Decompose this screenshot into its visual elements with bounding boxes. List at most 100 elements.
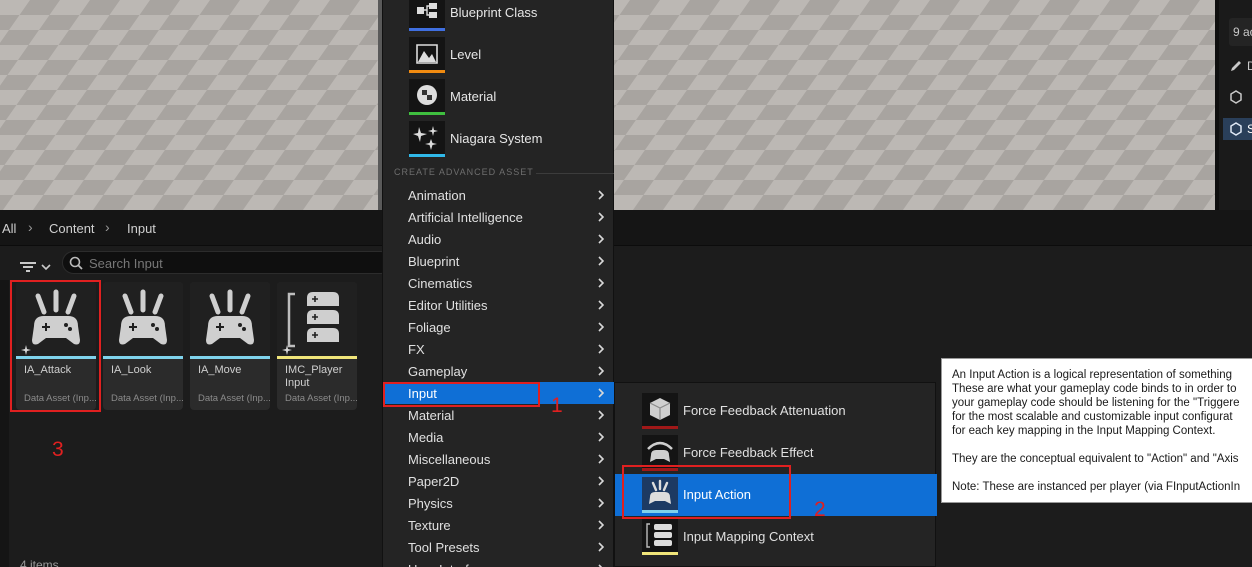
- tooltip-line: Note: These are instanced per player (vi…: [952, 481, 1241, 493]
- search-input[interactable]: [89, 255, 379, 271]
- menu-item-label: User Interface: [408, 562, 490, 567]
- blueprint-class-icon: [409, 0, 445, 31]
- asset-tile-ia-look[interactable]: IA_Look Data Asset (Inp...: [103, 282, 183, 410]
- gamepad-rays-icon: [119, 289, 167, 345]
- menu-item-user-interface[interactable]: User Interface: [384, 558, 614, 567]
- chevron-right-icon: [598, 234, 604, 244]
- menu-item-editor-utilities[interactable]: Editor Utilities: [384, 294, 614, 316]
- niagara-system-icon: [409, 121, 445, 157]
- menu-item-label: Material: [408, 408, 455, 423]
- gamepad-rays-icon: [206, 289, 254, 345]
- menu-item-label: Paper2D: [408, 474, 460, 489]
- input-mapping-context-icon: [642, 519, 678, 555]
- annotation-box-3: [10, 280, 101, 412]
- breadcrumb-separator-icon: ›: [28, 219, 33, 235]
- menu-item-level[interactable]: Level: [409, 34, 615, 76]
- submenu-item-force-feedback-attenuation[interactable]: Force Feedback Attenuation: [615, 390, 937, 432]
- menu-item-label: Physics: [408, 496, 453, 511]
- menu-item-label: Material: [450, 89, 497, 104]
- menu-item-blueprint[interactable]: Blueprint: [384, 250, 614, 272]
- asset-thumbnail: [190, 282, 270, 358]
- asset-name: IMC_Player Input: [285, 364, 343, 389]
- level-icon: [409, 37, 445, 73]
- pencil-icon: [1231, 61, 1241, 71]
- menu-item-label: Foliage: [408, 320, 451, 335]
- menu-item-label: Texture: [408, 518, 451, 533]
- asset-type-bar: [103, 356, 183, 359]
- menu-item-niagara-system[interactable]: Niagara System: [409, 118, 615, 160]
- menu-item-label: Media: [408, 430, 444, 445]
- chevron-right-icon: [598, 190, 604, 200]
- chevron-right-icon: [598, 212, 604, 222]
- breadcrumb-separator-icon: ›: [105, 219, 110, 235]
- menu-item-artificial-intelligence[interactable]: Artificial Intelligence: [384, 206, 614, 228]
- asset-color-bar: [409, 70, 445, 73]
- menu-item-material[interactable]: Material: [409, 76, 615, 118]
- menu-item-label: FX: [408, 342, 425, 357]
- content-toolbar: [0, 246, 392, 280]
- tooltip-line: for each key mapping in the Input Mappin…: [952, 425, 1216, 437]
- actor-count: 9 ac: [1229, 18, 1252, 46]
- menu-item-physics[interactable]: Physics: [384, 492, 614, 514]
- menu-item-animation[interactable]: Animation: [384, 184, 614, 206]
- menu-item-media[interactable]: Media: [384, 426, 614, 448]
- submenu-item-label: Input Mapping Context: [683, 529, 814, 544]
- menu-item-label: Niagara System: [450, 131, 543, 146]
- chevron-right-icon: [598, 322, 604, 332]
- filter-dropdown-icon[interactable]: [18, 256, 56, 276]
- submenu-item-input-mapping-context[interactable]: Input Mapping Context: [615, 516, 937, 558]
- add-asset-menu: Blueprint Class Level Material Niagara S…: [382, 0, 614, 567]
- outliner-row-label: S: [1247, 122, 1252, 136]
- annotation-box-1: [383, 382, 540, 407]
- mesh-actor-icon: [1230, 122, 1242, 136]
- menu-item-miscellaneous[interactable]: Miscellaneous: [384, 448, 614, 470]
- unsaved-star-icon: [282, 345, 292, 355]
- outliner-row-selected[interactable]: S: [1223, 118, 1252, 140]
- outliner-row[interactable]: D: [1223, 55, 1252, 77]
- menu-item-label: Editor Utilities: [408, 298, 488, 313]
- outliner-row[interactable]: [1223, 86, 1252, 108]
- menu-item-label: Blueprint: [408, 254, 460, 269]
- chevron-right-icon: [598, 300, 604, 310]
- menu-item-fx[interactable]: FX: [384, 338, 614, 360]
- asset-type-bar: [277, 356, 357, 359]
- menu-item-label: Blueprint Class: [450, 5, 538, 20]
- menu-item-material[interactable]: Material: [384, 404, 614, 426]
- annotation-box-2: [622, 465, 791, 519]
- asset-tile-imc-player-input[interactable]: IMC_Player Input Data Asset (Inp...: [277, 282, 357, 410]
- asset-thumbnail: [103, 282, 183, 358]
- mesh-actor-icon: [1230, 90, 1242, 104]
- section-header: CREATE ADVANCED ASSET: [394, 167, 614, 181]
- asset-type: Data Asset (Inp...: [111, 393, 183, 404]
- asset-color-bar: [409, 112, 445, 115]
- search-box[interactable]: [62, 251, 392, 274]
- annotation-number-1: 1: [551, 394, 563, 417]
- chevron-right-icon: [598, 388, 604, 398]
- menu-item-gameplay[interactable]: Gameplay: [384, 360, 614, 382]
- menu-item-label: Level: [450, 47, 482, 62]
- breadcrumb-input[interactable]: Input: [127, 221, 156, 236]
- material-icon: [409, 79, 445, 115]
- submenu-item-label: Force Feedback Effect: [683, 445, 814, 460]
- chevron-right-icon: [598, 454, 604, 464]
- asset-name: IA_Move: [198, 364, 242, 376]
- menu-item-cinematics[interactable]: Cinematics: [384, 272, 614, 294]
- asset-type: Data Asset (Inp...: [285, 393, 357, 404]
- asset-color-bar: [409, 154, 445, 157]
- chevron-right-icon: [598, 520, 604, 530]
- chevron-right-icon: [598, 344, 604, 354]
- asset-tile-ia-move[interactable]: IA_Move Data Asset (Inp...: [190, 282, 270, 410]
- breadcrumb-all[interactable]: All: [2, 221, 16, 236]
- menu-item-foliage[interactable]: Foliage: [384, 316, 614, 338]
- menu-item-tool-presets[interactable]: Tool Presets: [384, 536, 614, 558]
- menu-item-blueprint-class[interactable]: Blueprint Class: [409, 0, 615, 34]
- menu-item-label: Audio: [408, 232, 442, 247]
- breadcrumb: All › Content › Input: [0, 210, 1252, 246]
- menu-item-texture[interactable]: Texture: [384, 514, 614, 536]
- breadcrumb-content[interactable]: Content: [49, 221, 95, 236]
- menu-item-audio[interactable]: Audio: [384, 228, 614, 250]
- annotation-number-2: 2: [814, 498, 826, 521]
- tooltip-line: These are what your gameplay code binds …: [952, 383, 1237, 395]
- menu-item-label: Gameplay: [408, 364, 468, 379]
- menu-item-paper2d[interactable]: Paper2D: [384, 470, 614, 492]
